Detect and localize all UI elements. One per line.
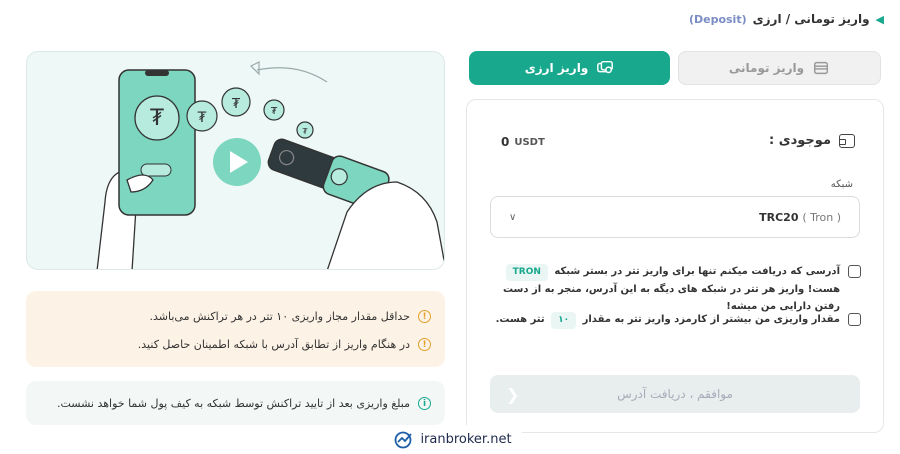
network-selected-value: TRC20 ( Tron ) — [759, 211, 841, 224]
watermark: iranbroker.net — [384, 425, 522, 454]
warning-line: ! در هنگام واریز از تطابق آدرس با شبکه ا… — [138, 338, 431, 351]
balance-value: 0 USDT — [501, 135, 545, 149]
info-line: i مبلغ واریزی بعد از تایید تراکنش توسط ش… — [57, 397, 431, 410]
tab-toman-label: واریز تومانی — [728, 61, 805, 75]
phone-wallet-illustration: ₮ ₮ ₮ ₮ ₮ — [96, 61, 444, 269]
confirm-amount-checkbox[interactable] — [848, 313, 861, 326]
warning-icon: ! — [418, 338, 431, 351]
info-text: مبلغ واریزی بعد از تایید تراکنش توسط شبک… — [56, 397, 410, 410]
watermark-text: iranbroker.net — [420, 432, 512, 447]
balance-amount: 0 — [501, 135, 510, 149]
breadcrumb: ◀ واریز تومانی / ارزی (Deposit) — [689, 12, 884, 26]
balance-unit: USDT — [514, 136, 545, 148]
tab-crypto-label: واریز ارزی — [524, 61, 589, 75]
balance-label-text: موجودی : — [768, 133, 831, 148]
confirm-amount-text: مقدار واریزی من بیشتر از کارمزد واریز تت… — [496, 311, 840, 329]
page-title: واریز تومانی / ارزی — [752, 12, 870, 26]
confirm-network-text: آدرسی که دریافت میکنم تنها برای واریز تت… — [502, 264, 840, 312]
warning-icon: ! — [418, 310, 431, 323]
chevron-left-icon: ◀ — [875, 12, 884, 26]
card-icon — [814, 61, 829, 75]
warning-line: ! حداقل مقدار مجاز واریزی ۱۰ تتر در هر ت… — [150, 310, 431, 323]
chevron-down-icon: ∨ — [509, 211, 517, 223]
network-selected-main: TRC20 — [759, 210, 799, 224]
svg-text:₮: ₮ — [232, 97, 241, 112]
warning-box: ! حداقل مقدار مجاز واریزی ۱۰ تتر در هر ت… — [26, 291, 445, 367]
card-stack-icon — [597, 60, 614, 74]
tab-crypto-deposit[interactable]: واریز ارزی — [469, 51, 670, 85]
network-label: شبکه — [830, 179, 853, 190]
deposit-illustration: ₮ ₮ ₮ ₮ ₮ — [26, 51, 445, 270]
confirm-network-checkbox-row[interactable]: آدرسی که دریافت میکنم تنها برای واریز تت… — [493, 263, 861, 315]
page-subtitle: (Deposit) — [688, 12, 747, 26]
confirm-amount-checkbox-row[interactable]: مقدار واریزی من بیشتر از کارمزد واریز تت… — [493, 311, 861, 329]
network-pill: TRON — [505, 264, 548, 281]
info-icon: i — [418, 397, 431, 410]
deposit-form-card: موجودی : 0 USDT شبکه ∨ TRC20 ( Tron ) آد… — [466, 99, 884, 433]
confirm-network-checkbox[interactable] — [848, 265, 861, 278]
get-address-button[interactable]: موافقم ، دریافت آدرس ❮ — [490, 375, 860, 413]
svg-text:₮: ₮ — [150, 106, 164, 131]
warning-text: حداقل مقدار مجاز واریزی ۱۰ تتر در هر ترا… — [149, 310, 410, 323]
wallet-icon — [839, 133, 855, 148]
balance-label: موجودی : — [769, 133, 855, 148]
warning-text: در هنگام واریز از تطابق آدرس با شبکه اطم… — [137, 338, 410, 351]
chevron-left-icon: ❮ — [506, 384, 520, 404]
get-address-label: موافقم ، دریافت آدرس — [617, 387, 733, 401]
network-selected-sub: ( Tron ) — [802, 210, 841, 224]
fee-pill: ۱۰ — [551, 312, 577, 329]
info-box: i مبلغ واریزی بعد از تایید تراکنش توسط ش… — [26, 381, 445, 425]
network-select[interactable]: ∨ TRC20 ( Tron ) — [490, 196, 860, 238]
svg-text:₮: ₮ — [198, 110, 207, 126]
svg-text:₮: ₮ — [271, 106, 278, 117]
tab-toman-deposit[interactable]: واریز تومانی — [678, 51, 881, 85]
trend-chart-icon — [395, 431, 413, 448]
